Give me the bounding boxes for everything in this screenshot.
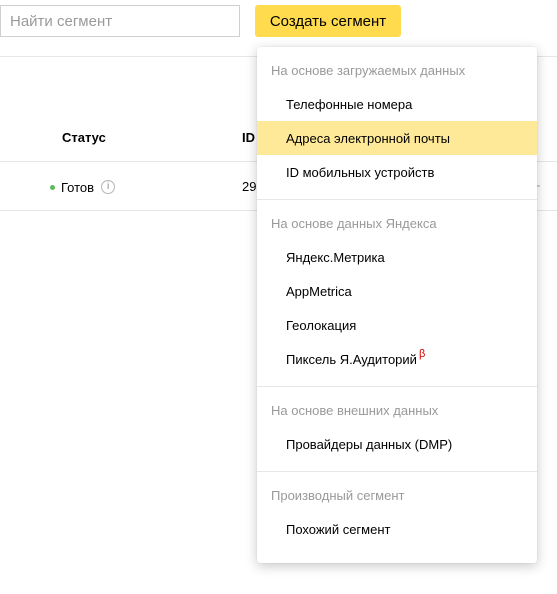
menu-item-emails[interactable]: Адреса электронной почты [257, 121, 537, 155]
menu-item-phone-numbers[interactable]: Телефонные номера [257, 87, 537, 121]
group-title-yandex: На основе данных Яндекса [271, 216, 437, 231]
menu-item-lookalike-segment[interactable]: Похожий сегмент [257, 512, 537, 546]
menu-item-audience-pixel-label: Пиксель Я.Аудиторий [286, 351, 417, 367]
group-title-external: На основе внешних данных [271, 403, 439, 418]
info-icon[interactable]: i [101, 180, 116, 194]
dropdown-divider [257, 199, 537, 200]
dropdown-divider [257, 471, 537, 472]
group-title-derived: Производный сегмент [271, 488, 405, 503]
menu-item-geolocation[interactable]: Геолокация [257, 308, 537, 342]
create-segment-button[interactable]: Создать сегмент [255, 5, 401, 37]
column-header-id[interactable]: ID [242, 130, 255, 145]
menu-item-appmetrica[interactable]: AppMetrica [257, 274, 537, 308]
status-text: Готов [61, 179, 95, 195]
menu-item-audience-pixel[interactable]: Пиксель Я.Аудиторий β [257, 342, 537, 376]
table-row-id: 29 [242, 179, 257, 194]
search-input[interactable] [0, 5, 240, 37]
beta-badge: β [418, 348, 426, 360]
status-dot-icon [50, 184, 55, 190]
create-segment-dropdown: На основе загружаемых данных Телефонные … [257, 47, 537, 563]
column-header-status[interactable]: Статус [62, 130, 106, 145]
menu-item-dmp-providers[interactable]: Провайдеры данных (DMP) [257, 427, 537, 461]
menu-item-mobile-ids[interactable]: ID мобильных устройств [257, 155, 537, 189]
menu-item-yandex-metrika[interactable]: Яндекс.Метрика [257, 240, 537, 274]
table-row-status: Готов i [50, 179, 116, 195]
dropdown-divider [257, 386, 537, 387]
group-title-uploaded: На основе загружаемых данных [271, 63, 466, 78]
